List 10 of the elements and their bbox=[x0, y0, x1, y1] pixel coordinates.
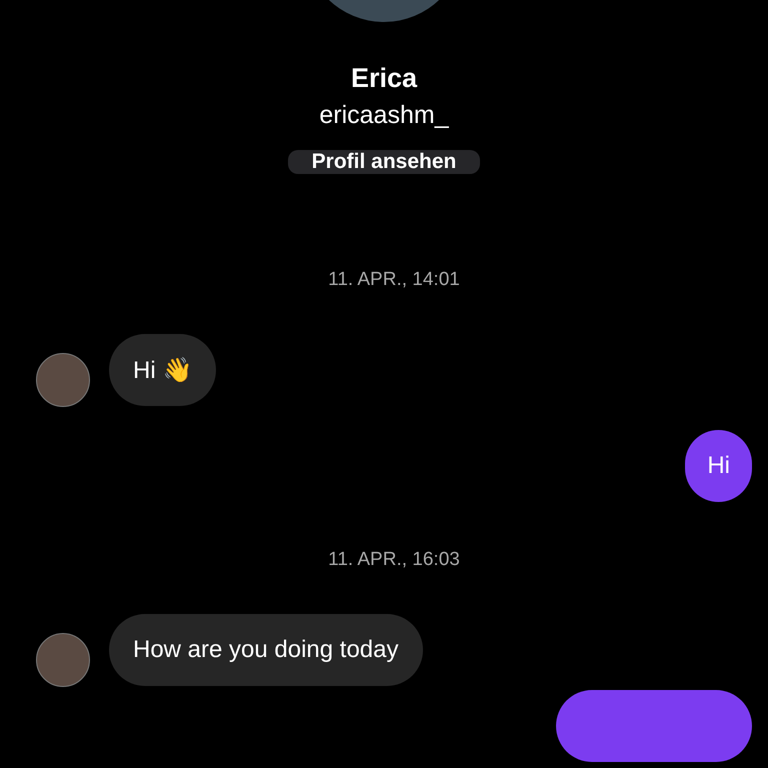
profile-username: ericaashm_ bbox=[319, 100, 449, 130]
sender-avatar bbox=[36, 633, 90, 687]
message-timestamp: 11. APR., 14:01 bbox=[328, 268, 460, 292]
received-message: How are you doing today bbox=[109, 614, 422, 686]
sender-avatar bbox=[36, 353, 90, 407]
view-profile-button[interactable]: Profil ansehen bbox=[288, 150, 480, 174]
sent-message: Hi bbox=[685, 430, 752, 502]
profile-name: Erica bbox=[350, 62, 418, 94]
message-timestamp: 11. APR., 16:03 bbox=[328, 548, 460, 572]
received-message: Hi 👋 bbox=[109, 334, 216, 406]
